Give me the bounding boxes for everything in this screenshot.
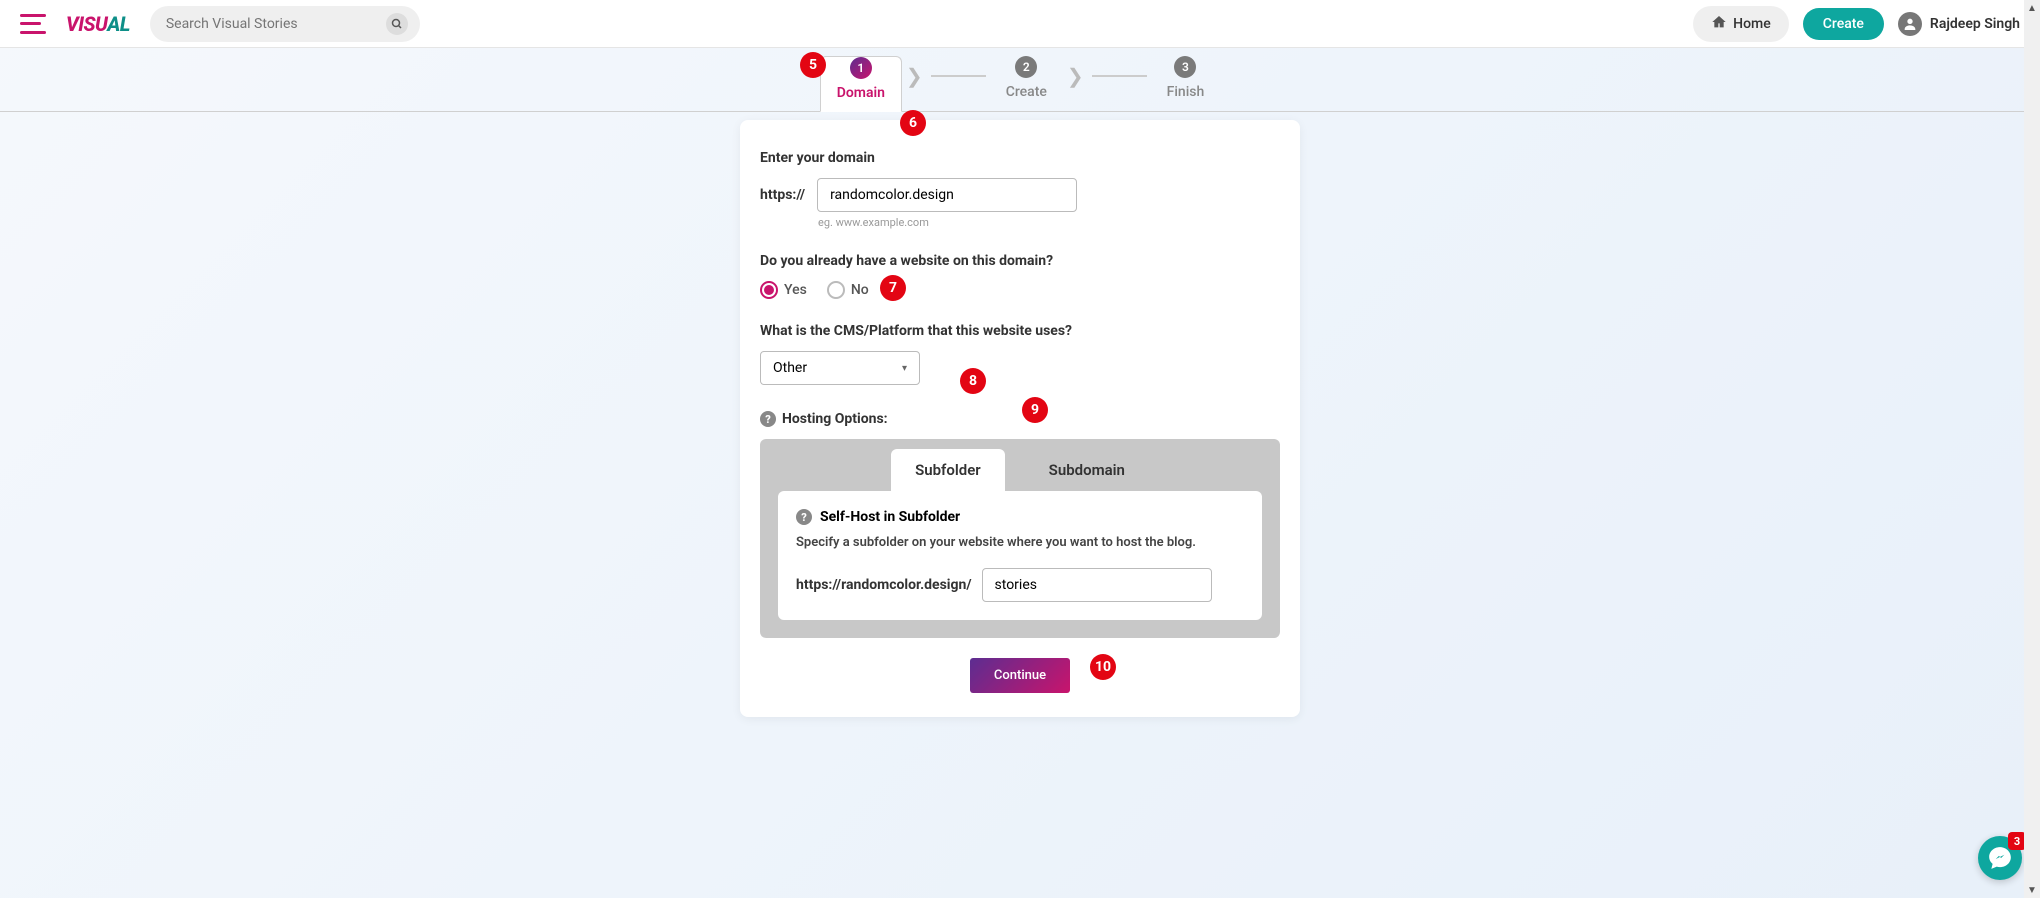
annotation-9: 9 (1022, 397, 1048, 423)
radio-icon (827, 281, 845, 299)
user-name-label: Rajdeep Singh (1930, 16, 2020, 32)
continue-button[interactable]: Continue (970, 658, 1070, 693)
header-right: Home Create Rajdeep Singh (1693, 6, 2020, 42)
radio-no-label: No (851, 282, 869, 298)
step-label: Create (1006, 84, 1047, 100)
domain-section-title: Enter your domain (760, 150, 1280, 166)
hosting-title-text: Hosting Options: (782, 411, 888, 427)
scroll-down-icon[interactable]: ▼ (2024, 882, 2040, 898)
tab-subfolder[interactable]: Subfolder (891, 449, 1005, 491)
help-icon[interactable]: ? (796, 509, 812, 525)
radio-yes-label: Yes (784, 282, 807, 298)
annotation-8: 8 (960, 368, 986, 394)
scroll-up-icon[interactable]: ▲ (2024, 0, 2040, 16)
subfolder-input[interactable] (982, 568, 1212, 602)
home-button[interactable]: Home (1693, 6, 1789, 42)
hosting-content-wrap: ? Self-Host in Subfolder Specify a subfo… (760, 491, 1280, 638)
chevron-right-icon: ❯ (1067, 64, 1084, 88)
header: VISUAL Home Create Rajdeep Singh (0, 0, 2040, 48)
radio-yes[interactable]: Yes (760, 281, 807, 299)
existing-question: Do you already have a website on this do… (760, 253, 1280, 269)
logo[interactable]: VISUAL (66, 12, 130, 36)
annotation-5: 5 (800, 52, 826, 78)
scrollbar[interactable]: ▲ ▼ (2024, 0, 2040, 898)
home-icon (1711, 14, 1727, 34)
hosting-options-box: Subfolder Subdomain ? Self-Host in Subfo… (760, 439, 1280, 638)
chevron-right-icon: ❯ (906, 64, 923, 88)
cms-selected-value: Other (773, 360, 807, 376)
step-create[interactable]: 2 Create (990, 56, 1063, 110)
step-connector: ❯ (902, 56, 990, 88)
tab-subdomain[interactable]: Subdomain (1025, 449, 1149, 491)
selfhost-title: Self-Host in Subfolder (820, 509, 960, 525)
step-label: Domain (837, 85, 885, 101)
cms-question: What is the CMS/Platform that this websi… (760, 323, 1280, 339)
help-icon[interactable]: ? (760, 411, 776, 427)
radio-row: Yes No 7 (760, 281, 1280, 299)
home-button-label: Home (1733, 16, 1771, 32)
search-bar[interactable] (150, 6, 420, 42)
cms-select[interactable]: Other ▾ (760, 351, 920, 385)
annotation-10: 10 (1090, 654, 1116, 680)
page: VISUAL Home Create Rajdeep Singh (0, 0, 2040, 717)
chat-widget[interactable]: 3 (1978, 836, 2022, 880)
annotation-7: 7 (880, 275, 906, 301)
search-input[interactable] (166, 16, 386, 32)
step-finish[interactable]: 3 Finish (1151, 56, 1221, 110)
hosting-tabs: Subfolder Subdomain (760, 439, 1280, 491)
domain-input-row: https:// (760, 178, 1280, 212)
avatar-icon (1898, 12, 1922, 36)
radio-no[interactable]: No (827, 281, 869, 299)
selfhost-desc: Specify a subfolder on your website wher… (796, 535, 1244, 550)
hamburger-menu-icon[interactable] (20, 14, 46, 34)
subfolder-row: https://randomcolor.design/ (796, 568, 1244, 602)
subfolder-prefix: https://randomcolor.design/ (796, 577, 972, 593)
step-domain[interactable]: 1 Domain (820, 56, 902, 112)
step-number: 1 (850, 57, 872, 79)
step-number: 2 (1015, 56, 1037, 78)
radio-icon (760, 281, 778, 299)
domain-hint: eg. www.example.com (818, 216, 1280, 229)
domain-prefix: https:// (760, 187, 805, 203)
logo-text-secondary: AL (107, 12, 130, 36)
hosting-content: ? Self-Host in Subfolder Specify a subfo… (778, 491, 1262, 620)
step-number: 3 (1174, 56, 1196, 78)
step-connector: ❯ (1063, 56, 1151, 88)
continue-container: Continue 10 (760, 638, 1280, 693)
steps-bar: 5 1 Domain ❯ 2 Create ❯ 3 Finish (0, 48, 2040, 112)
create-button[interactable]: Create (1803, 8, 1884, 40)
step-label: Finish (1167, 84, 1205, 100)
user-menu[interactable]: Rajdeep Singh (1898, 12, 2020, 36)
search-icon[interactable] (386, 13, 408, 35)
annotation-6: 6 (900, 110, 926, 136)
logo-text-primary: VISU (66, 12, 107, 36)
domain-input[interactable] (817, 178, 1077, 212)
caret-down-icon: ▾ (902, 363, 907, 374)
main-card: 6 Enter your domain https:// eg. www.exa… (740, 120, 1300, 717)
selfhost-title-row: ? Self-Host in Subfolder (796, 509, 1244, 525)
hosting-options-title: ? Hosting Options: (760, 411, 1280, 427)
